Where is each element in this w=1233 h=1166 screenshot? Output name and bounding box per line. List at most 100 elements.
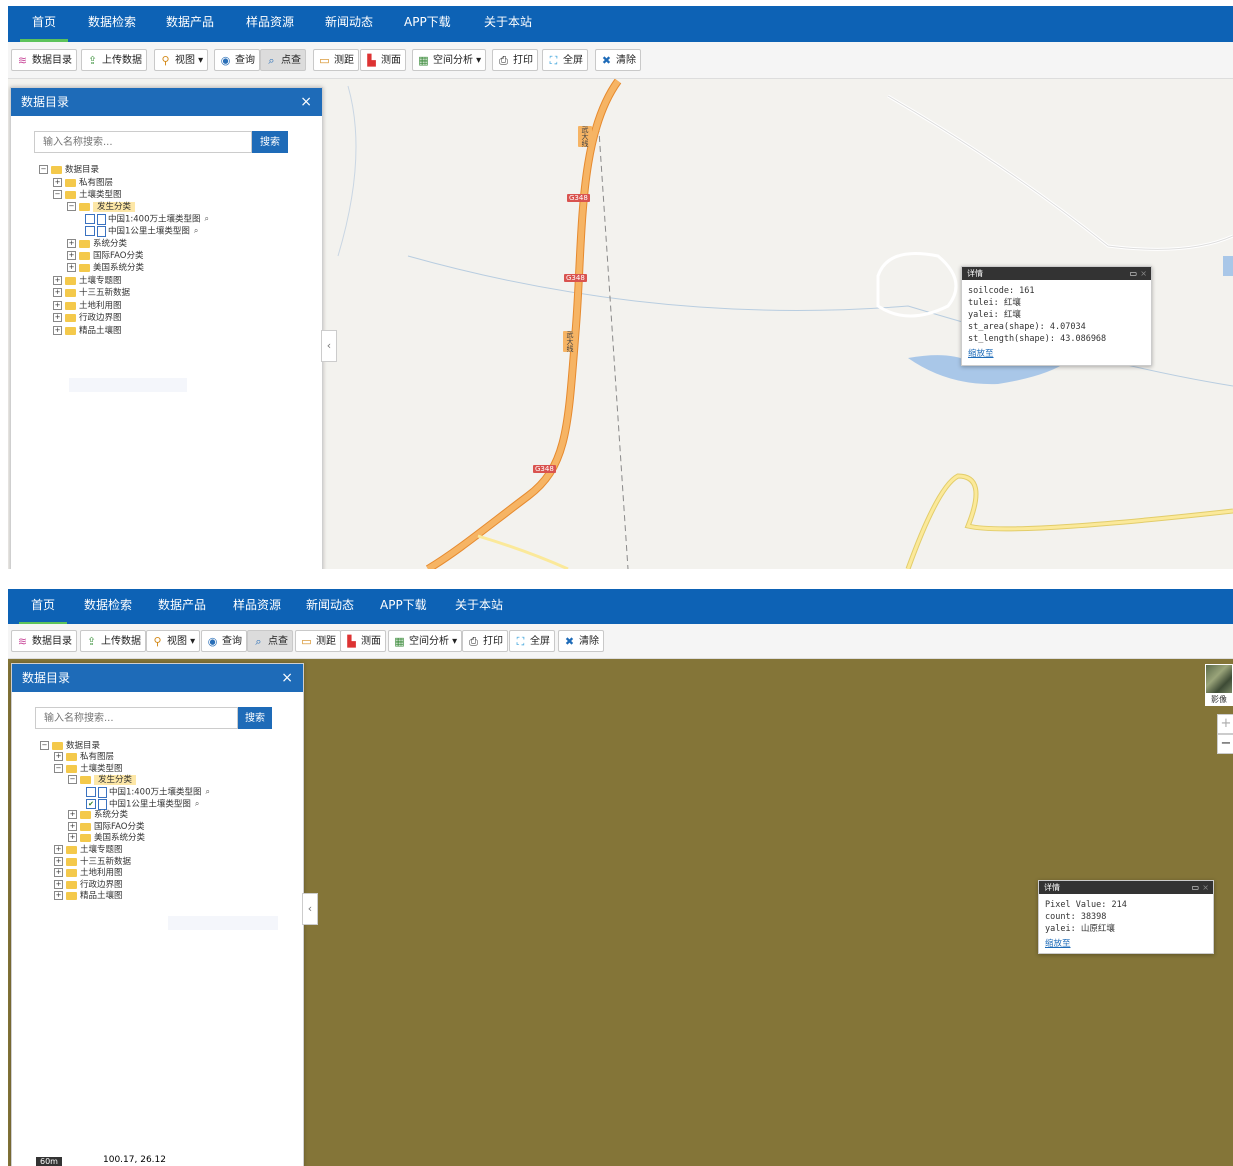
expand-icon[interactable]: + bbox=[68, 810, 77, 819]
expand-icon[interactable]: + bbox=[67, 239, 76, 248]
print-button[interactable]: ⎙ 打印 bbox=[462, 630, 508, 652]
maximize-icon[interactable]: ▭ bbox=[1191, 881, 1199, 894]
tree-node-root[interactable]: − 数据目录 bbox=[39, 164, 99, 176]
catalog-search-button[interactable]: 搜索 bbox=[238, 707, 272, 729]
query-button[interactable]: ◉ 查询 bbox=[214, 49, 260, 71]
close-icon[interactable]: × bbox=[1140, 267, 1147, 280]
expand-icon[interactable]: + bbox=[53, 326, 62, 335]
measure-distance-button[interactable]: ▭ 测距 bbox=[295, 630, 341, 652]
expand-icon[interactable]: + bbox=[68, 833, 77, 842]
zoom-to-layer-icon[interactable]: ⌕ bbox=[195, 798, 199, 810]
tree-node-usa[interactable]: + 美国系统分类 bbox=[67, 262, 144, 274]
collapse-icon[interactable]: − bbox=[68, 775, 77, 784]
tree-node-system[interactable]: + 系统分类 bbox=[68, 809, 128, 821]
tree-node-admin[interactable]: + 行政边界图 bbox=[53, 312, 122, 324]
spatial-analysis-button[interactable]: ▦ 空间分析 ▾ bbox=[412, 49, 487, 71]
expand-icon[interactable]: + bbox=[54, 752, 63, 761]
tree-node-map-400[interactable]: 中国1:400万土壤类型图 ⌕ bbox=[86, 786, 210, 798]
fullscreen-button[interactable]: ⛶ 全屏 bbox=[509, 630, 555, 652]
zoom-to-layer-icon[interactable]: ⌕ bbox=[205, 213, 209, 225]
panel-collapse-tab[interactable]: ‹ bbox=[302, 893, 318, 925]
catalog-search-button[interactable]: 搜索 bbox=[252, 131, 288, 153]
layer-checkbox-checked[interactable]: ✔ bbox=[86, 799, 96, 809]
data-catalog-button[interactable]: ≋ 数据目录 bbox=[11, 630, 77, 652]
layer-checkbox[interactable] bbox=[85, 214, 95, 224]
expand-icon[interactable]: + bbox=[54, 891, 63, 900]
tree-node-fao[interactable]: + 国际FAO分类 bbox=[67, 250, 143, 262]
collapse-icon[interactable]: − bbox=[54, 764, 63, 773]
clear-button[interactable]: ✖ 清除 bbox=[558, 630, 604, 652]
nav-data-search[interactable]: 数据检索 bbox=[84, 589, 132, 621]
tree-node-map-400[interactable]: 中国1:400万土壤类型图 ⌕ bbox=[85, 213, 209, 225]
nav-home[interactable]: 首页 bbox=[19, 6, 69, 42]
layer-checkbox[interactable] bbox=[86, 787, 96, 797]
zoom-to-layer-icon[interactable]: ⌕ bbox=[206, 786, 210, 798]
tree-node-map-1km[interactable]: 中国1公里土壤类型图 ⌕ bbox=[85, 225, 198, 237]
measure-area-button[interactable]: ▙ 测面 bbox=[340, 630, 386, 652]
expand-icon[interactable]: + bbox=[54, 868, 63, 877]
expand-icon[interactable]: + bbox=[53, 313, 62, 322]
tree-node-premium[interactable]: + 精品土壤图 bbox=[54, 890, 123, 902]
expand-icon[interactable]: + bbox=[67, 263, 76, 272]
catalog-search-input[interactable] bbox=[35, 707, 238, 729]
nav-data-products[interactable]: 数据产品 bbox=[166, 6, 214, 38]
nav-app-download[interactable]: APP下载 bbox=[404, 6, 451, 38]
tree-node-soil-type-map[interactable]: − 土壤类型图 bbox=[53, 189, 122, 201]
expand-icon[interactable]: + bbox=[53, 178, 62, 187]
view-dropdown-button[interactable]: ⚲ 视图 ▾ bbox=[146, 630, 201, 652]
collapse-icon[interactable]: − bbox=[53, 190, 62, 199]
tree-node-land-use[interactable]: + 土地利用图 bbox=[53, 300, 122, 312]
tree-node-premium[interactable]: + 精品土壤图 bbox=[53, 325, 122, 337]
upload-data-button[interactable]: ⇪ 上传数据 bbox=[80, 630, 146, 652]
close-icon[interactable]: × bbox=[1202, 881, 1209, 894]
expand-icon[interactable]: + bbox=[53, 301, 62, 310]
nav-sample-resources[interactable]: 样品资源 bbox=[246, 6, 294, 38]
expand-icon[interactable]: + bbox=[54, 857, 63, 866]
data-catalog-button[interactable]: ≋ 数据目录 bbox=[11, 49, 77, 71]
spatial-analysis-button[interactable]: ▦ 空间分析 ▾ bbox=[388, 630, 463, 652]
nav-news[interactable]: 新闻动态 bbox=[306, 589, 354, 621]
tree-node-private[interactable]: + 私有图层 bbox=[53, 177, 113, 189]
zoom-out-button[interactable]: − bbox=[1217, 734, 1233, 754]
query-button[interactable]: ◉ 查询 bbox=[201, 630, 247, 652]
tree-node-private[interactable]: + 私有图层 bbox=[54, 751, 114, 763]
nav-sample-resources[interactable]: 样品资源 bbox=[233, 589, 281, 621]
nav-home[interactable]: 首页 bbox=[18, 589, 68, 625]
view-dropdown-button[interactable]: ⚲ 视图 ▾ bbox=[154, 49, 209, 71]
nav-app-download[interactable]: APP下载 bbox=[380, 589, 427, 621]
upload-data-button[interactable]: ⇪ 上传数据 bbox=[81, 49, 147, 71]
tree-node-genetic[interactable]: − 发生分类 bbox=[68, 774, 137, 786]
layer-checkbox[interactable] bbox=[85, 226, 95, 236]
maximize-icon[interactable]: ▭ bbox=[1129, 267, 1137, 280]
collapse-icon[interactable]: − bbox=[67, 202, 76, 211]
collapse-icon[interactable]: − bbox=[40, 741, 49, 750]
tree-node-thematic[interactable]: + 土壤专题图 bbox=[54, 844, 123, 856]
measure-area-button[interactable]: ▙ 测面 bbox=[360, 49, 406, 71]
tree-node-genetic[interactable]: − 发生分类 bbox=[67, 201, 136, 213]
nav-about[interactable]: 关于本站 bbox=[455, 589, 503, 621]
zoom-to-link[interactable]: 缩放至 bbox=[968, 348, 1145, 360]
tree-node-usa[interactable]: + 美国系统分类 bbox=[68, 832, 145, 844]
expand-icon[interactable]: + bbox=[67, 251, 76, 260]
expand-icon[interactable]: + bbox=[68, 822, 77, 831]
nav-data-products[interactable]: 数据产品 bbox=[158, 589, 206, 621]
catalog-search-input[interactable] bbox=[34, 131, 252, 153]
basemap-switcher[interactable]: 影像 bbox=[1205, 664, 1233, 706]
zoom-in-button[interactable]: + bbox=[1217, 714, 1233, 734]
expand-icon[interactable]: + bbox=[53, 276, 62, 285]
close-icon[interactable]: × bbox=[281, 664, 293, 692]
print-button[interactable]: ⎙ 打印 bbox=[492, 49, 538, 71]
close-icon[interactable]: × bbox=[300, 88, 312, 116]
collapse-icon[interactable]: − bbox=[39, 165, 48, 174]
tree-node-land-use[interactable]: + 土地利用图 bbox=[54, 867, 123, 879]
expand-icon[interactable]: + bbox=[53, 288, 62, 297]
clear-button[interactable]: ✖ 清除 bbox=[595, 49, 641, 71]
nav-data-search[interactable]: 数据检索 bbox=[88, 6, 136, 38]
fullscreen-button[interactable]: ⛶ 全屏 bbox=[542, 49, 588, 71]
point-query-button[interactable]: ⌕ 点查 bbox=[247, 630, 293, 652]
zoom-to-layer-icon[interactable]: ⌕ bbox=[194, 225, 198, 237]
tree-node-system[interactable]: + 系统分类 bbox=[67, 238, 127, 250]
nav-about[interactable]: 关于本站 bbox=[484, 6, 532, 38]
point-query-button[interactable]: ⌕ 点查 bbox=[260, 49, 306, 71]
tree-node-thematic[interactable]: + 土壤专题图 bbox=[53, 275, 122, 287]
